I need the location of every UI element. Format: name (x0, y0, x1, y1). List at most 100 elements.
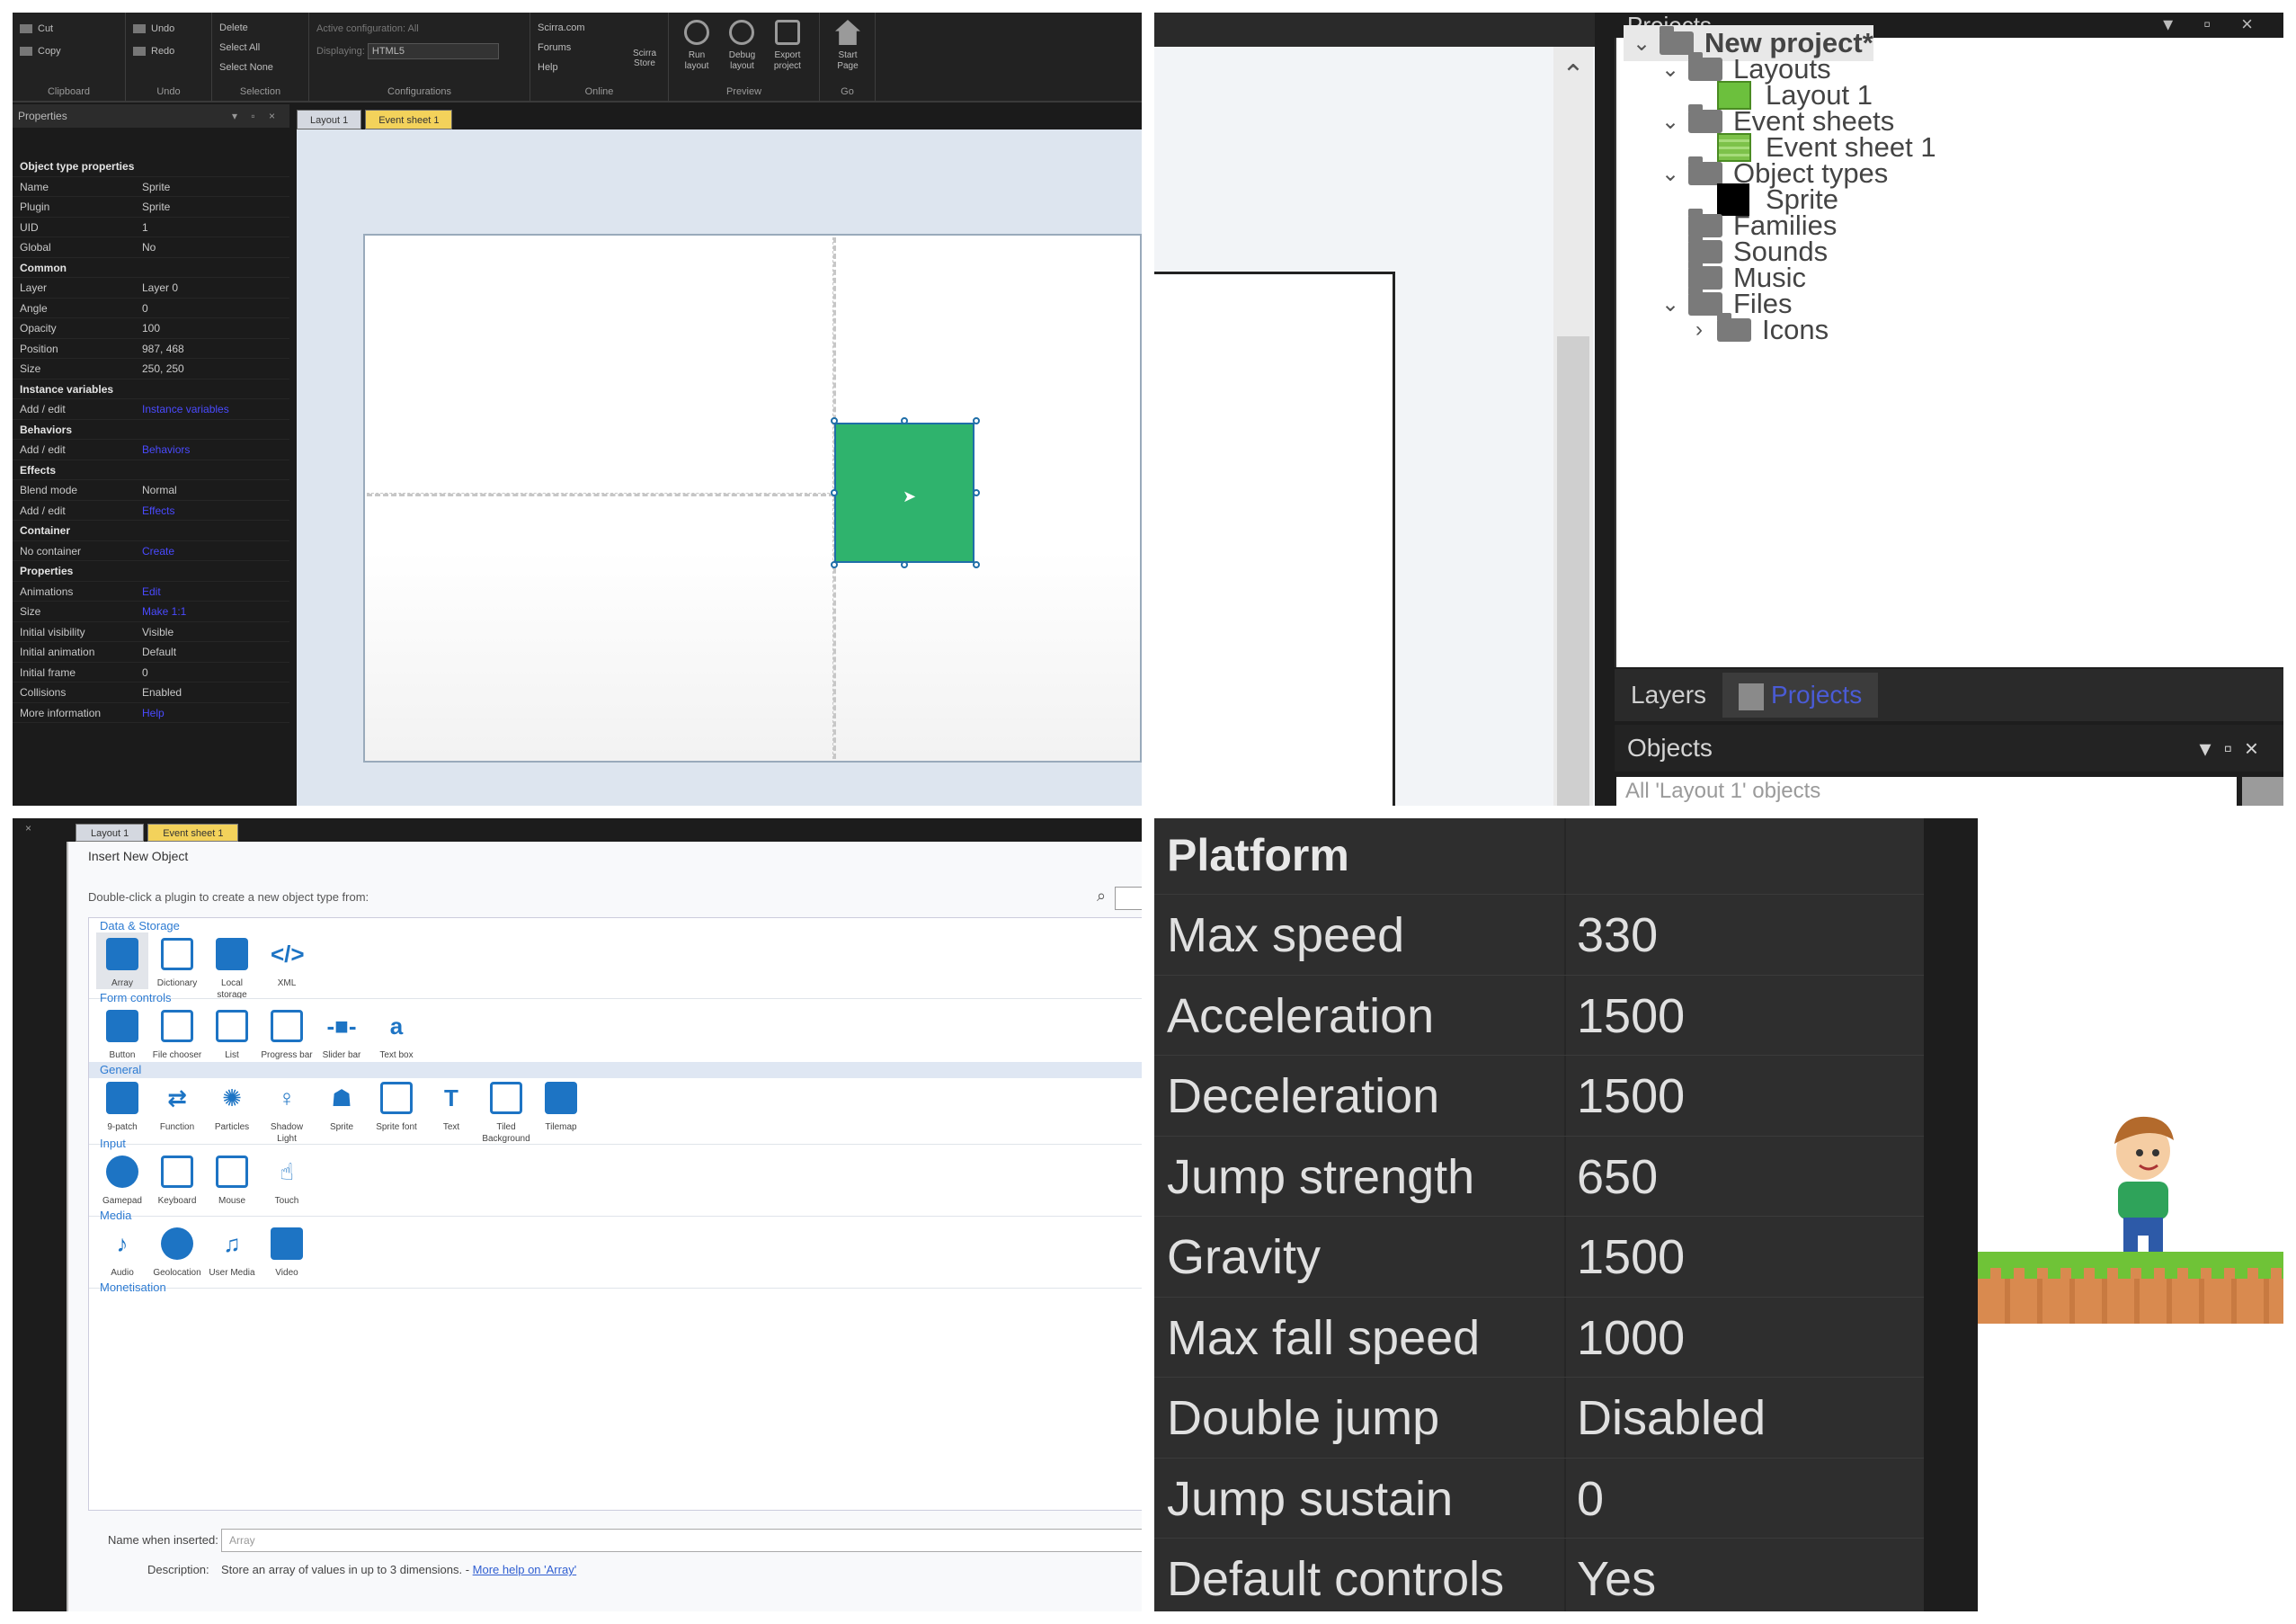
platform-property-row[interactable]: Deceleration 1500 (1154, 1055, 1924, 1136)
platform-property-row[interactable]: Jump sustain 0 (1154, 1457, 1924, 1539)
platform-property-value[interactable]: 0 (1577, 1471, 1604, 1527)
platform-property-row[interactable]: Max fall speed 1000 (1154, 1296, 1924, 1378)
redo-button[interactable]: Redo (133, 40, 204, 63)
tab-event-sheet-1[interactable]: Event sheet 1 (147, 824, 239, 842)
property-row[interactable]: UID 1 (13, 218, 289, 237)
platform-property-value[interactable]: 1500 (1577, 1229, 1685, 1285)
search-input[interactable] (1115, 887, 1142, 910)
plugin-progress-bar[interactable]: Progress bar (261, 1004, 313, 1061)
export-project-button[interactable]: Export project (767, 18, 808, 72)
name-when-inserted-input[interactable]: Array (221, 1529, 1142, 1552)
property-link[interactable]: Behaviors (142, 440, 289, 460)
property-row[interactable]: Initial visibility Visible (13, 622, 289, 642)
property-row[interactable]: Size Make 1:1 (13, 602, 289, 622)
plugin-text[interactable]: T Text (425, 1076, 477, 1133)
objects-filter-field[interactable]: All 'Layout 1' objects (1616, 777, 2237, 806)
undo-button[interactable]: Undo (133, 18, 204, 40)
plugin-keyboard[interactable]: Keyboard (151, 1150, 203, 1207)
scroll-up-icon[interactable]: ⌃ (1557, 58, 1589, 94)
property-link[interactable]: Effects (142, 501, 289, 521)
active-configuration-dropdown[interactable]: Active configuration: All (316, 18, 522, 40)
debug-layout-button[interactable]: Debug layout (721, 18, 762, 72)
plugin-button[interactable]: Button (96, 1004, 148, 1061)
plugin-9-patch[interactable]: 9-patch (96, 1076, 148, 1133)
property-row[interactable]: More information Help (13, 703, 289, 723)
plugin-dictionary[interactable]: Dictionary (151, 932, 203, 989)
plugin-particles[interactable]: ✺ Particles (206, 1076, 258, 1133)
plugin-slider-bar[interactable]: -■- Slider bar (316, 1004, 368, 1061)
plugin-tilemap[interactable]: Tilemap (535, 1076, 587, 1133)
tab-layout-1[interactable]: Layout 1 (297, 110, 362, 129)
property-link[interactable]: Create (142, 541, 289, 561)
plugin-file-chooser[interactable]: File chooser (151, 1004, 203, 1061)
property-row[interactable]: Angle 0 (13, 299, 289, 318)
delete-button[interactable]: Delete (219, 18, 301, 38)
resize-handle-tr[interactable] (973, 417, 980, 424)
resize-handle-b[interactable] (901, 561, 908, 568)
tree-item-icons[interactable]: › Icons (1681, 312, 1829, 348)
platform-property-value[interactable]: 1000 (1577, 1310, 1685, 1366)
resize-handle-r[interactable] (973, 489, 980, 496)
property-row[interactable]: Blend mode Normal (13, 480, 289, 501)
resize-handle-tl[interactable] (831, 417, 838, 424)
plugin-user-media[interactable]: ♫ User Media (206, 1222, 258, 1279)
platform-property-row[interactable]: Double jump Disabled (1154, 1377, 1924, 1458)
tab-event-sheet-1[interactable]: Event sheet 1 (365, 110, 453, 129)
resize-handle-br[interactable] (973, 561, 980, 568)
property-link[interactable]: Instance variables (142, 399, 289, 419)
tab-layout-1[interactable]: Layout 1 (76, 824, 145, 842)
property-row[interactable]: Plugin Sprite (13, 197, 289, 218)
close-icon[interactable]: × (25, 822, 31, 834)
more-help-link[interactable]: More help on 'Array' (473, 1563, 577, 1576)
property-row[interactable]: Size 250, 250 (13, 359, 289, 379)
property-row[interactable]: Name Sprite (13, 177, 289, 197)
plugin-geolocation[interactable]: Geolocation (151, 1222, 203, 1279)
platform-property-value[interactable]: 330 (1577, 907, 1658, 963)
property-row[interactable]: Layer Layer 0 (13, 278, 289, 299)
property-link[interactable]: Make 1:1 (142, 602, 289, 621)
plugin-audio[interactable]: ♪ Audio (96, 1222, 148, 1279)
scirra-link[interactable]: Scirra.com (538, 18, 661, 38)
platform-property-value[interactable]: 1500 (1577, 1068, 1685, 1124)
chevron-right-icon[interactable]: › (1681, 317, 1717, 343)
layout-white-area[interactable] (1154, 272, 1395, 806)
property-row[interactable]: Collisions Enabled (13, 683, 289, 703)
platform-property-value[interactable]: Disabled (1577, 1390, 1766, 1446)
property-row[interactable]: Position 987, 468 (13, 339, 289, 359)
scrollbar-thumb[interactable] (1557, 336, 1589, 806)
property-row[interactable]: Initial frame 0 (13, 663, 289, 683)
property-row[interactable]: Global No (13, 237, 289, 258)
select-all-button[interactable]: Select All (219, 38, 301, 58)
plugin-array[interactable]: Array (96, 932, 148, 989)
category-monetisation[interactable]: Monetisation (89, 1280, 1142, 1296)
platform-property-value[interactable]: 650 (1577, 1149, 1658, 1205)
resize-handle-t[interactable] (901, 417, 908, 424)
platform-property-row[interactable]: Default controls Yes (1154, 1538, 1924, 1611)
platform-property-row[interactable]: Jump strength 650 (1154, 1135, 1924, 1217)
property-row[interactable]: Add / edit Effects (13, 501, 289, 521)
cut-button[interactable]: Cut (20, 18, 118, 40)
property-row[interactable]: Add / edit Behaviors (13, 440, 289, 460)
select-none-button[interactable]: Select None (219, 58, 301, 77)
plugin-touch[interactable]: ☝ Touch (261, 1150, 313, 1207)
run-layout-button[interactable]: Run layout (676, 18, 717, 72)
copy-button[interactable]: Copy (20, 40, 118, 63)
property-link[interactable]: Help (142, 703, 289, 723)
plugin-video[interactable]: Video (261, 1222, 313, 1279)
tab-layers[interactable]: Layers (1615, 673, 1722, 718)
platform-property-value[interactable]: Yes (1577, 1551, 1656, 1607)
property-row[interactable]: Opacity 100 (13, 318, 289, 339)
plugin-sprite[interactable]: ☗ Sprite (316, 1076, 368, 1133)
plugin-shadow-light[interactable]: ♀ Shadow Light (261, 1076, 313, 1145)
plugin-gamepad[interactable]: Gamepad (96, 1150, 148, 1207)
platform-property-row[interactable]: Gravity 1500 (1154, 1216, 1924, 1297)
start-page-button[interactable]: Start Page (827, 18, 868, 72)
objects-panel-controls-icon[interactable]: ▾▫× (2200, 735, 2271, 763)
plugin-mouse[interactable]: Mouse (206, 1150, 258, 1207)
resize-handle-l[interactable] (831, 489, 838, 496)
tab-projects[interactable]: Projects (1722, 673, 1879, 718)
plugin-function[interactable]: ⇄ Function (151, 1076, 203, 1133)
property-row[interactable]: Animations Edit (13, 582, 289, 602)
property-row[interactable]: Initial animation Default (13, 642, 289, 663)
panel-controls-icon[interactable]: ▾ ▫ × (232, 104, 280, 128)
